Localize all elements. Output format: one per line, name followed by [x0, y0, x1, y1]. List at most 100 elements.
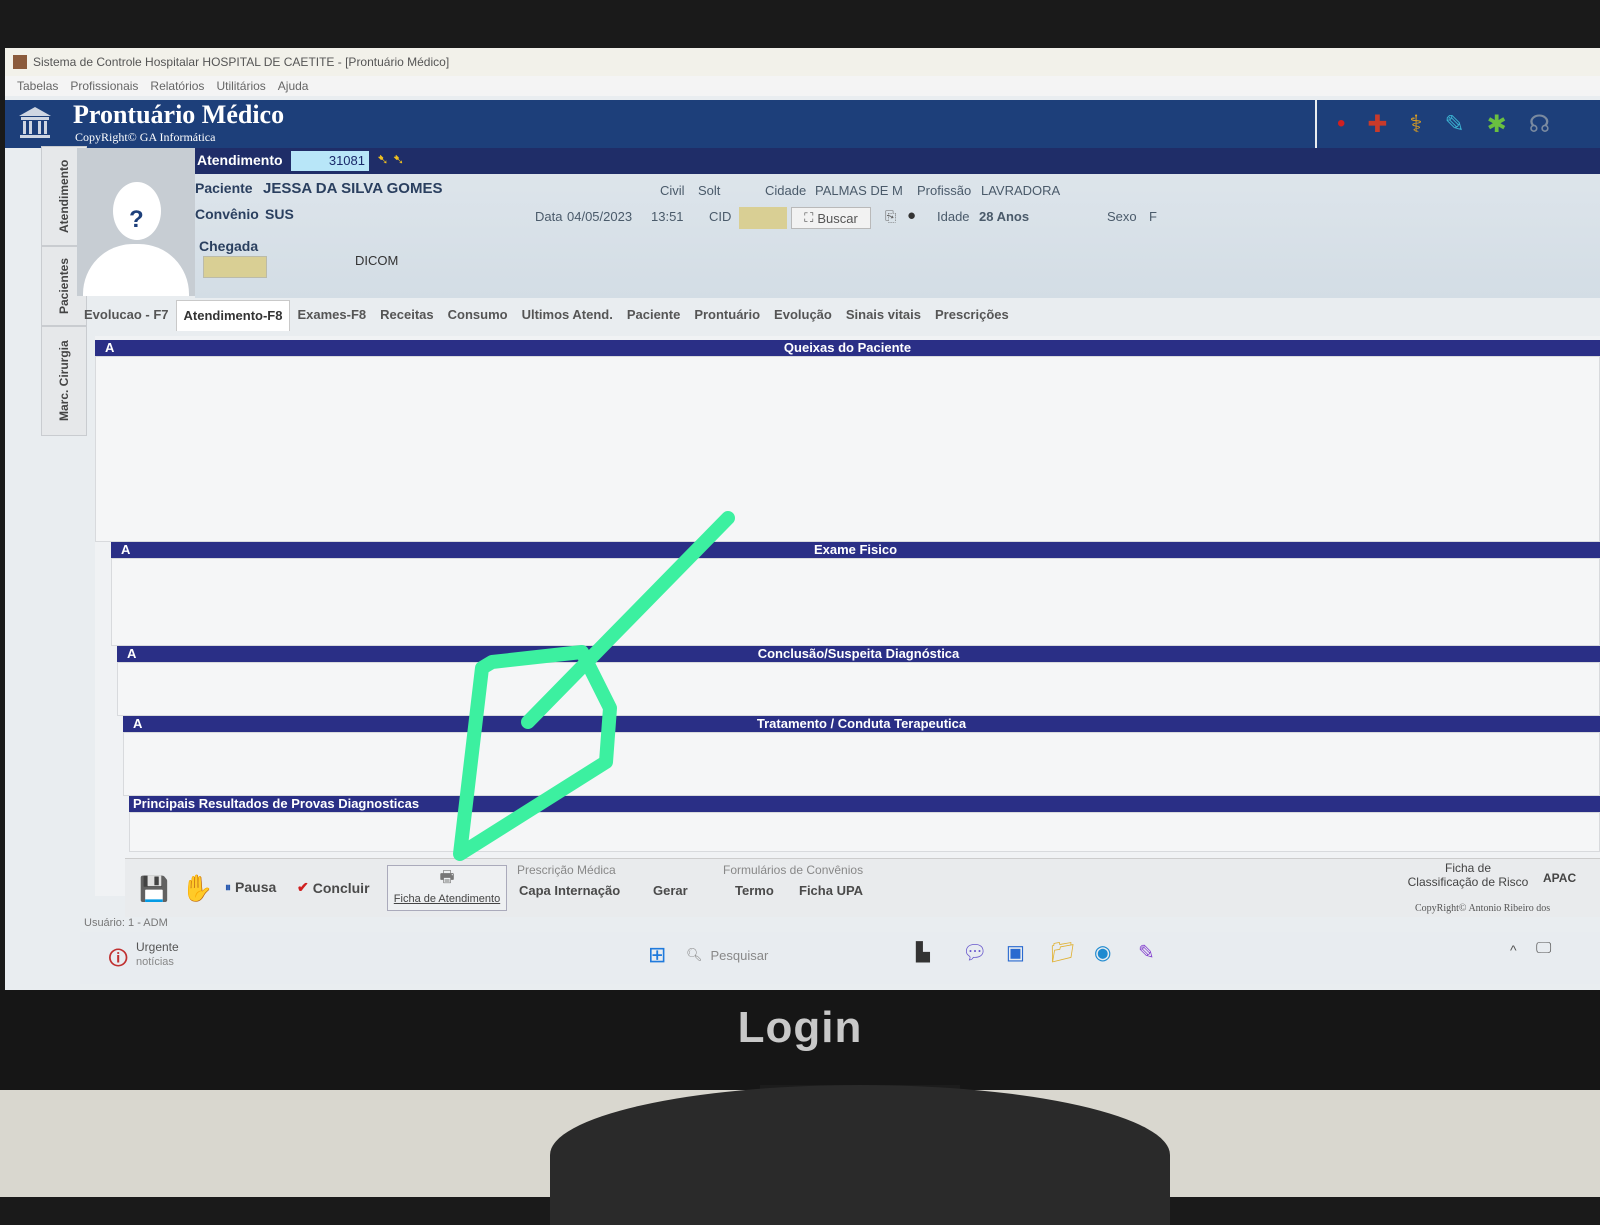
- idade-value: 28 Anos: [979, 209, 1030, 224]
- status-bar: Usuário: 1 - ADM: [80, 916, 1600, 932]
- classificacao-risco-button[interactable]: Ficha de Classificação de Risco: [1401, 861, 1535, 901]
- avatar-body: [83, 244, 189, 296]
- screen: Sistema de Controle Hospitalar HOSPITAL …: [5, 48, 1600, 990]
- atendimento-label: Atendimento: [197, 152, 283, 168]
- patient-panel: Atendimento 31081 ➷ ➷ Paciente JESSA DA …: [195, 148, 1600, 298]
- windows-taskbar: 🛈 Urgente notícias ⊞ 🔍︎ Pesquisar ▙ 💬︎ ▣…: [80, 932, 1600, 984]
- copy-icon[interactable]: ⎘: [885, 208, 896, 225]
- dicom-label[interactable]: DICOM: [355, 253, 398, 268]
- task-view-icon[interactable]: ▙: [916, 942, 930, 963]
- taskbar-search[interactable]: 🔍︎ Pesquisar: [686, 942, 886, 968]
- apac-button[interactable]: APAC: [1543, 871, 1576, 885]
- exame-fisico-textarea[interactable]: [111, 558, 1600, 646]
- tab-paciente[interactable]: Paciente: [620, 300, 687, 330]
- bottom-toolbar: 💾 ✋ ⏸ Pausa ✔ Concluir 🖶 Ficha de Atendi…: [125, 858, 1600, 917]
- tab-exames-f8[interactable]: Exames-F8: [290, 300, 373, 330]
- hand-stop-icon[interactable]: ✋: [181, 873, 213, 904]
- hospital-app-icon[interactable]: ✎: [1138, 940, 1155, 965]
- tratamento-title: Tratamento / Conduta Terapeutica: [756, 716, 967, 731]
- network-icon[interactable]: 🖵: [1536, 940, 1551, 958]
- formularios-label: Formulários de Convênios: [723, 863, 864, 877]
- caduceus-icon[interactable]: ⚕: [1410, 110, 1423, 139]
- patient-photo: ?: [77, 148, 195, 296]
- usuario-status: Usuário: 1 - ADM: [84, 917, 168, 929]
- tab-prontuario[interactable]: Prontuário: [687, 300, 767, 330]
- civil-label: Civil: [660, 183, 685, 198]
- menu-bar: Tabelas Profissionais Relatórios Utilitá…: [5, 76, 1600, 96]
- classificacao-line2: Classificação de Risco: [1407, 875, 1529, 889]
- record-icon[interactable]: ●: [907, 207, 916, 224]
- sexo-label: Sexo: [1107, 209, 1137, 224]
- cidade-label: Cidade: [765, 183, 807, 198]
- syringe-icon[interactable]: ✎: [1445, 110, 1465, 139]
- unknown-person-icon: ?: [129, 206, 144, 233]
- data-value: 04/05/2023: [567, 209, 633, 224]
- resultados-header: Principais Resultados de Provas Diagnost…: [129, 796, 1600, 812]
- menu-tabelas[interactable]: Tabelas: [17, 79, 58, 93]
- hora-value: 13:51: [651, 209, 684, 224]
- tab-bar: Evolucao - F7 Atendimento-F8 Exames-F8 R…: [77, 298, 1600, 332]
- red-dot-icon[interactable]: •: [1337, 110, 1345, 138]
- buscar-button[interactable]: ⛶ Buscar: [791, 207, 871, 229]
- cid-input[interactable]: [739, 207, 787, 229]
- tab-receitas[interactable]: Receitas: [373, 300, 440, 330]
- chat-icon[interactable]: 💬︎: [962, 940, 987, 965]
- windows-start-icon[interactable]: ⊞: [648, 942, 666, 968]
- tab-evolucao[interactable]: Evolução: [767, 300, 839, 330]
- side-tab-marc-cirurgia[interactable]: Marc. Cirurgia: [41, 326, 87, 436]
- store-icon[interactable]: ▣: [1006, 940, 1025, 965]
- ficha-atendimento-button[interactable]: 🖶 Ficha de Atendimento: [387, 865, 507, 911]
- app-icon: [13, 55, 27, 69]
- footer-copyright: CopyRight© Antonio Ribeiro dos: [1415, 903, 1551, 914]
- monitor-brand-logo: Login: [737, 1003, 863, 1052]
- chegada-field[interactable]: [203, 256, 267, 278]
- conclusao-textarea[interactable]: [117, 662, 1600, 716]
- cid-label: CID: [709, 209, 732, 224]
- convenio-value: SUS: [265, 206, 294, 222]
- tab-ultimos-atend[interactable]: Ultimos Atend.: [515, 300, 620, 330]
- ficha-upa-button[interactable]: Ficha UPA: [799, 883, 863, 898]
- capa-internacao-button[interactable]: Capa Internação: [519, 883, 620, 898]
- termo-button[interactable]: Termo: [735, 883, 774, 898]
- news-icon[interactable]: 🛈: [108, 944, 128, 978]
- save-disk-icon[interactable]: 💾: [139, 875, 169, 904]
- menu-profissionais[interactable]: Profissionais: [70, 79, 138, 93]
- navigation-arrows-icon[interactable]: ➷ ➷: [377, 151, 404, 168]
- monitor-stand: [550, 1085, 1170, 1225]
- printer-icon: 🖶: [439, 869, 455, 886]
- tray-chevron-icon[interactable]: ^: [1510, 942, 1517, 958]
- gerar-button[interactable]: Gerar: [653, 883, 688, 898]
- atendimento-number-field[interactable]: 31081: [291, 151, 369, 171]
- tratamento-textarea[interactable]: [123, 732, 1600, 796]
- folder-icon[interactable]: 📁︎: [1050, 940, 1075, 965]
- tratamento-header: A Tratamento / Conduta Terapeutica: [123, 716, 1600, 732]
- queixas-title: Queixas do Paciente: [783, 340, 912, 355]
- hospital-building-icon: [19, 107, 51, 138]
- page-title: Prontuário Médico: [73, 100, 285, 129]
- tab-sinais-vitais[interactable]: Sinais vitais: [839, 300, 928, 330]
- tab-atendimento-f8[interactable]: Atendimento-F8: [175, 299, 291, 331]
- binoculars-icon: ⛶: [804, 210, 814, 225]
- tab-evolucao-f7[interactable]: Evolucao - F7: [77, 300, 176, 330]
- menu-relatorios[interactable]: Relatórios: [150, 79, 204, 93]
- menu-ajuda[interactable]: Ajuda: [278, 79, 309, 93]
- resultados-textarea[interactable]: [129, 812, 1600, 852]
- profissao-value: LAVRADORA: [981, 183, 1061, 198]
- sexo-value: F: [1149, 209, 1157, 224]
- tab-consumo[interactable]: Consumo: [441, 300, 515, 330]
- edge-browser-icon[interactable]: ◉: [1094, 940, 1111, 965]
- queixas-textarea[interactable]: [95, 356, 1600, 542]
- pause-icon: ⏸: [225, 879, 232, 894]
- concluir-button[interactable]: ✔ Concluir: [297, 879, 370, 896]
- medical-cross-icon[interactable]: ✚: [1367, 110, 1387, 139]
- stethoscope-icon[interactable]: ☊: [1529, 110, 1550, 139]
- civil-value: Solt: [698, 183, 721, 198]
- news-title[interactable]: Urgente: [136, 940, 179, 954]
- app-header: Prontuário Médico CopyRight© GA Informát…: [5, 100, 1315, 148]
- molecule-icon[interactable]: ✱: [1487, 110, 1507, 139]
- menu-utilitarios[interactable]: Utilitários: [216, 79, 265, 93]
- window-titlebar: Sistema de Controle Hospitalar HOSPITAL …: [5, 48, 1600, 76]
- checkmark-icon: ✔: [297, 879, 309, 895]
- pausa-button[interactable]: ⏸ Pausa: [225, 879, 276, 895]
- tab-prescricoes[interactable]: Prescrições: [928, 300, 1016, 330]
